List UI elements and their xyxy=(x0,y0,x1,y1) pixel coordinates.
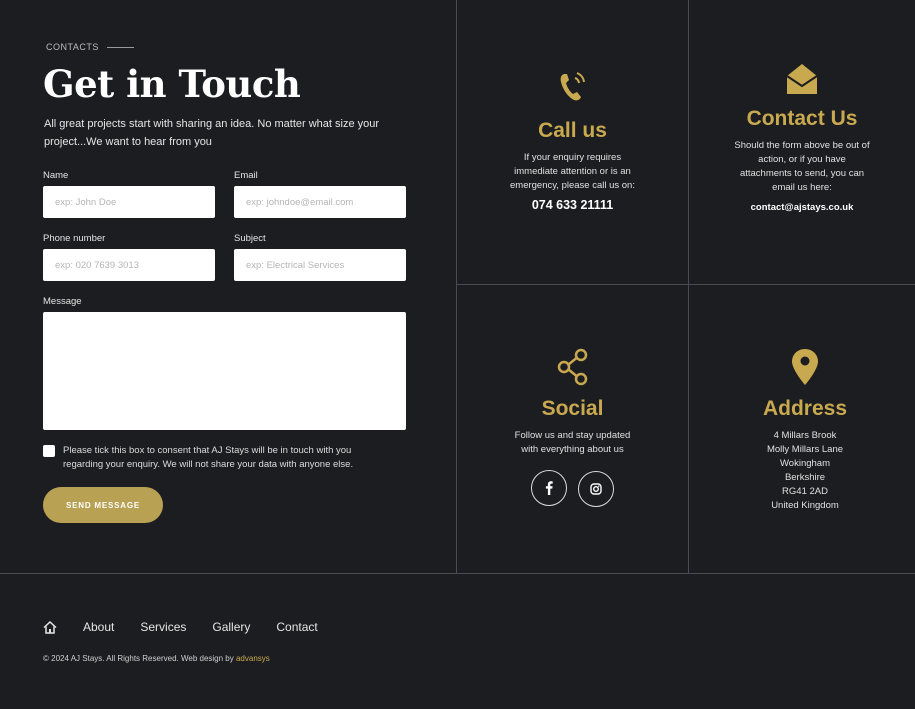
copyright: © 2024 AJ Stays. All Rights Reserved. We… xyxy=(43,654,270,663)
social-description: Follow us and stay updated with everythi… xyxy=(514,430,631,455)
message-textarea[interactable] xyxy=(43,312,406,430)
eyebrow-label: CONTACTS xyxy=(46,42,99,52)
location-pin-icon xyxy=(791,348,819,391)
phone-ringing-icon xyxy=(558,68,588,109)
call-us-card: Call us If your enquiry requires immedia… xyxy=(457,68,688,212)
consent-text: Please tick this box to consent that AJ … xyxy=(63,445,354,470)
phone-label: Phone number xyxy=(43,233,106,244)
grid-divider-horizontal xyxy=(456,284,915,285)
contact-us-card: Contact Us Should the form above be out … xyxy=(689,62,915,213)
footer-link-services[interactable]: Services xyxy=(140,620,186,634)
footer-link-about[interactable]: About xyxy=(83,620,114,634)
address-line: 4 Millars Brook xyxy=(773,430,837,441)
subject-label: Subject xyxy=(234,233,266,244)
address-line: Wokingham xyxy=(780,458,830,469)
address-heading: Address xyxy=(762,397,848,420)
facebook-icon xyxy=(545,481,553,495)
designer-link[interactable]: advansys xyxy=(236,654,270,663)
call-us-description: If your enquiry requires immediate atten… xyxy=(510,152,635,191)
subject-input[interactable] xyxy=(234,249,406,281)
social-card: Social Follow us and stay updated with e… xyxy=(457,348,688,507)
send-message-button[interactable]: SEND MESSAGE xyxy=(43,487,163,523)
email-label: Email xyxy=(234,170,258,181)
email-input[interactable] xyxy=(234,186,406,218)
copyright-text: © 2024 AJ Stays. All Rights Reserved. We… xyxy=(43,654,236,663)
home-icon[interactable] xyxy=(43,620,57,634)
contact-us-description: Should the form above be out of action, … xyxy=(734,140,870,193)
address-line: Berkshire xyxy=(784,472,826,483)
contact-email[interactable]: contact@ajstays.co.uk xyxy=(689,202,915,213)
phone-number[interactable]: 074 633 21111 xyxy=(457,198,688,212)
consent-checkbox[interactable] xyxy=(43,445,55,457)
envelope-open-icon xyxy=(785,62,819,101)
footer-link-gallery[interactable]: Gallery xyxy=(212,620,250,634)
message-label: Message xyxy=(43,296,82,307)
address-line: Molly Millars Lane xyxy=(766,444,844,455)
contact-us-heading: Contact Us xyxy=(746,107,858,130)
social-links xyxy=(457,470,688,507)
section-eyebrow: CONTACTS xyxy=(46,42,134,52)
facebook-link[interactable] xyxy=(531,470,568,506)
eyebrow-line xyxy=(106,46,134,48)
footer-divider xyxy=(0,573,915,574)
page-title: Get in Touch xyxy=(43,62,301,106)
address-line: RG41 2AD xyxy=(782,486,828,497)
consent-row: Please tick this box to consent that AJ … xyxy=(43,444,383,472)
share-icon xyxy=(556,348,590,391)
contact-form-section: CONTACTS Get in Touch All great projects… xyxy=(0,0,456,573)
intro-text: All great projects start with sharing an… xyxy=(44,118,380,148)
footer-nav: About Services Gallery Contact xyxy=(43,620,344,634)
social-heading: Social xyxy=(541,397,604,420)
phone-input[interactable] xyxy=(43,249,215,281)
address-line: United Kingdom xyxy=(771,500,839,511)
footer-link-contact[interactable]: Contact xyxy=(276,620,317,634)
name-label: Name xyxy=(43,170,69,181)
call-us-heading: Call us xyxy=(538,119,607,142)
address-card: Address 4 Millars Brook Molly Millars La… xyxy=(689,348,915,513)
name-input[interactable] xyxy=(43,186,215,218)
address-lines: 4 Millars Brook Molly Millars Lane Wokin… xyxy=(689,429,915,513)
instagram-icon xyxy=(590,483,602,495)
instagram-link[interactable] xyxy=(577,471,614,507)
